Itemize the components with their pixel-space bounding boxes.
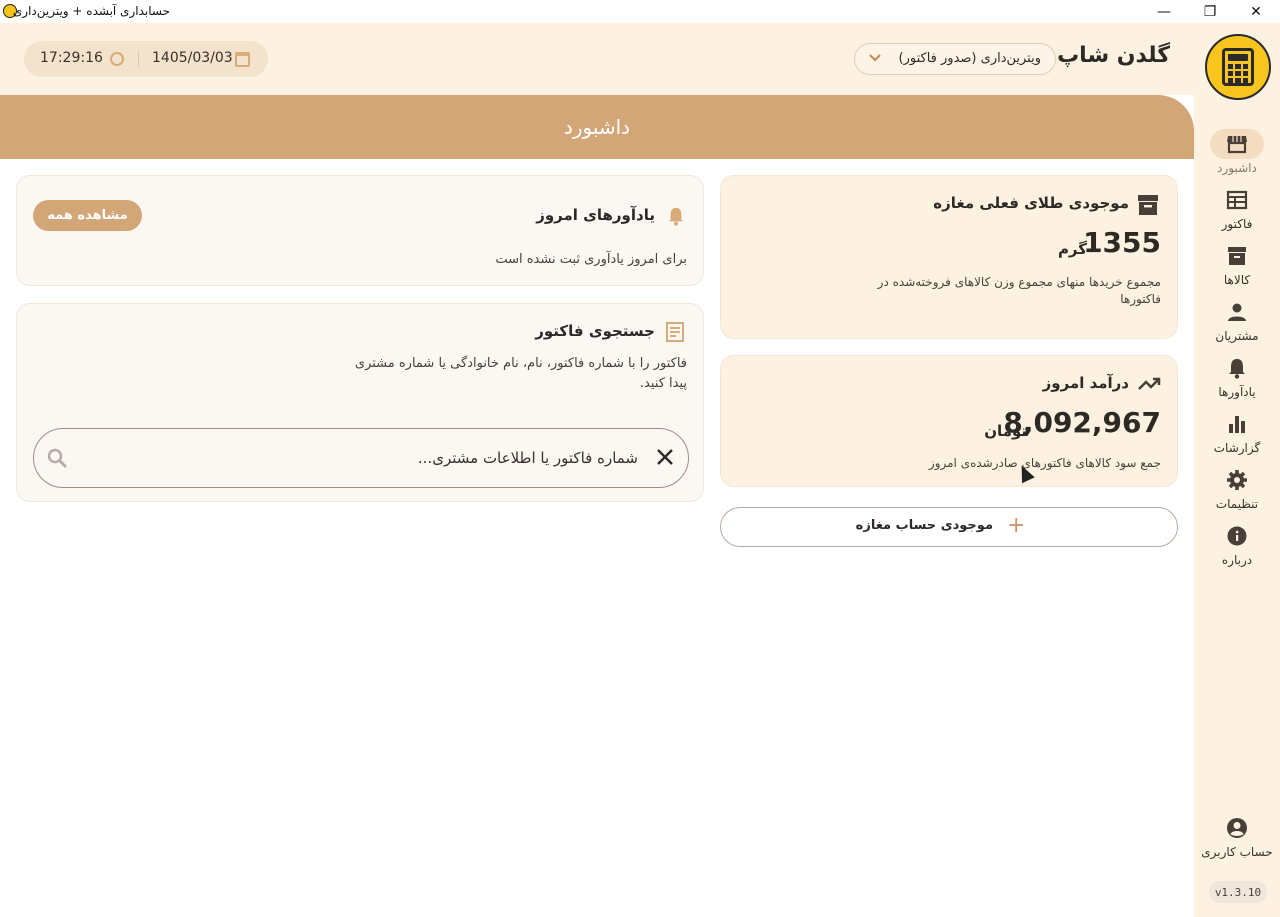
trending-up-icon bbox=[1137, 376, 1161, 396]
sidebar-item-label: مشتریان bbox=[1215, 329, 1259, 343]
invoice-search-card: جستجوی فاکتور فاکتور را با شماره فاکتور،… bbox=[16, 303, 704, 502]
page-banner: داشبورد bbox=[0, 95, 1194, 159]
archive-icon bbox=[1210, 241, 1264, 271]
page-title: داشبورد bbox=[563, 115, 631, 139]
close-button[interactable]: ✕ bbox=[1233, 0, 1279, 23]
account-circle-icon bbox=[1210, 813, 1264, 843]
add-shop-balance-button[interactable]: + موجودی حساب مغازه bbox=[720, 507, 1178, 547]
card-title: موجودی طلای فعلی مغازه bbox=[933, 194, 1129, 212]
shop-name: گلدن شاپ bbox=[1057, 43, 1170, 68]
today-income-unit: تومان bbox=[984, 422, 1027, 440]
view-all-reminders-button[interactable]: مشاهده همه bbox=[33, 200, 142, 231]
bell-icon bbox=[667, 206, 685, 230]
minimize-button[interactable]: — bbox=[1141, 0, 1187, 23]
invoice-search-description: فاکتور را با شماره فاکتور، نام، نام خانو… bbox=[354, 356, 687, 391]
sidebar-item-reminders[interactable]: یادآورها bbox=[1194, 353, 1280, 409]
today-income-description: جمع سود کالاهای فاکتورهای صادرشده‌ی امرو… bbox=[928, 456, 1161, 470]
app-logo bbox=[1205, 34, 1271, 100]
sidebar-item-dashboard[interactable]: داشبورد bbox=[1194, 129, 1280, 185]
chevron-down-icon bbox=[869, 52, 881, 66]
gear-icon bbox=[1210, 465, 1264, 495]
current-time: 17:29:16 bbox=[40, 50, 103, 66]
sidebar-item-reports[interactable]: گزارشات bbox=[1194, 409, 1280, 465]
sidebar-item-customers[interactable]: مشتریان bbox=[1194, 297, 1280, 353]
store-icon bbox=[1210, 129, 1264, 159]
sidebar-item-products[interactable]: کالاها bbox=[1194, 241, 1280, 297]
mode-select[interactable]: ویترین‌داری (صدور فاکتور) bbox=[854, 43, 1056, 75]
bar-chart-icon bbox=[1210, 409, 1264, 439]
add-shop-balance-label: موجودی حساب مغازه bbox=[855, 518, 993, 533]
calendar-icon bbox=[235, 52, 250, 67]
sidebar-item-label: یادآورها bbox=[1218, 385, 1256, 399]
version-badge: v1.3.10 bbox=[1209, 881, 1267, 903]
sidebar-item-label: داشبورد bbox=[1217, 161, 1257, 175]
gold-stock-value: 1355 bbox=[1083, 226, 1161, 259]
invoice-icon bbox=[1210, 185, 1264, 215]
sidebar-item-label: حساب کاربری bbox=[1201, 845, 1273, 859]
invoice-search-box bbox=[33, 428, 689, 488]
reminders-empty-text: برای امروز یادآوری ثبت نشده است bbox=[495, 252, 687, 267]
sidebar-item-about[interactable]: درباره bbox=[1194, 521, 1280, 577]
calculator-icon bbox=[1222, 48, 1254, 86]
gold-stock-unit: گرم bbox=[1057, 240, 1087, 258]
restore-button[interactable]: ❐ bbox=[1187, 0, 1233, 23]
sidebar-item-settings[interactable]: تنظیمات bbox=[1194, 465, 1280, 521]
plus-icon: + bbox=[1007, 513, 1026, 538]
divider bbox=[138, 51, 139, 67]
clock-icon bbox=[110, 52, 124, 66]
clear-icon[interactable] bbox=[656, 448, 674, 470]
gold-stock-description: مجموع خریدها منهای مجموع وزن کالاهای فرو… bbox=[877, 275, 1161, 306]
gold-stock-card: موجودی طلای فعلی مغازه 1355 گرم مجموع خر… bbox=[720, 175, 1178, 339]
sidebar-item-label: گزارشات bbox=[1213, 441, 1261, 455]
current-date: 1405/03/03 bbox=[152, 50, 233, 66]
datetime-pill: 17:29:16 1405/03/03 bbox=[24, 41, 268, 77]
card-title: یادآورهای امروز bbox=[536, 206, 655, 224]
bell-icon bbox=[1210, 353, 1264, 383]
sidebar-item-label: کالاها bbox=[1223, 273, 1251, 287]
card-title: جستجوی فاکتور bbox=[535, 322, 655, 340]
window-title: حسابداری آبشده + ویترین‌داری bbox=[12, 4, 170, 18]
info-icon bbox=[1210, 521, 1264, 551]
archive-icon bbox=[1137, 194, 1159, 220]
sidebar-item-invoice[interactable]: فاکتور bbox=[1194, 185, 1280, 241]
sidebar: داشبورد فاکتور کالاها مشتریان یادآورها گ… bbox=[1194, 23, 1280, 917]
sidebar-item-label: درباره bbox=[1221, 553, 1253, 567]
window-titlebar: حسابداری آبشده + ویترین‌داری — ❐ ✕ bbox=[0, 0, 1280, 23]
card-title: درآمد امروز bbox=[1042, 374, 1129, 392]
person-icon bbox=[1210, 297, 1264, 327]
receipt-icon bbox=[665, 321, 685, 347]
today-income-card: درآمد امروز 8,092,967 تومان جمع سود کالا… bbox=[720, 355, 1178, 487]
mode-select-value: ویترین‌داری (صدور فاکتور) bbox=[898, 51, 1041, 66]
top-header: 17:29:16 1405/03/03 ویترین‌داری (صدور فا… bbox=[0, 23, 1194, 95]
reminders-card: یادآورهای امروز مشاهده همه برای امروز یا… bbox=[16, 175, 704, 286]
sidebar-item-label: فاکتور bbox=[1221, 217, 1253, 231]
sidebar-item-label: تنظیمات bbox=[1215, 497, 1259, 511]
search-icon bbox=[46, 447, 68, 473]
invoice-search-input[interactable] bbox=[78, 445, 638, 471]
sidebar-item-account[interactable]: حساب کاربری bbox=[1194, 813, 1280, 869]
